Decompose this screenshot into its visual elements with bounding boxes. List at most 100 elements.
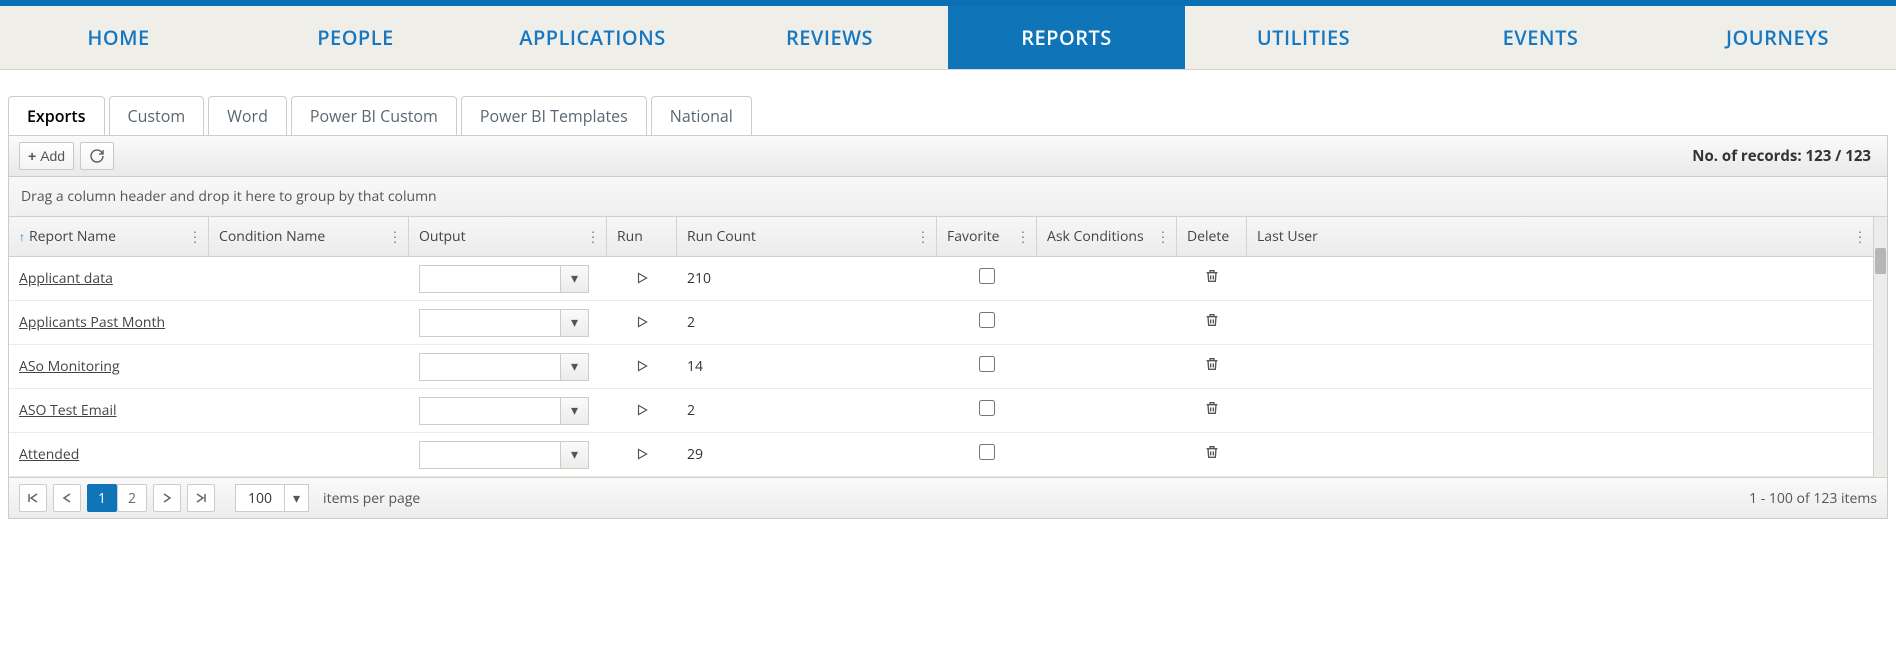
column-menu-icon[interactable]: ⋮ [188,227,202,246]
pager: 12 100 ▾ items per page 1 - 100 of 123 i… [9,477,1887,518]
col-label: Run Count [687,227,756,246]
tab[interactable]: Exports [8,96,105,135]
condition-cell [209,273,409,285]
report-name-link[interactable]: Applicants Past Month [19,313,165,332]
play-icon[interactable] [632,444,652,464]
records-count: No. of records: 123 / 123 [1692,146,1877,166]
pager-last-icon[interactable] [187,484,215,512]
undo-icon [89,148,105,164]
trash-icon[interactable] [1204,268,1220,284]
output-select[interactable]: ▾ [419,265,589,293]
column-menu-icon[interactable]: ⋮ [388,227,402,246]
tab[interactable]: Custom [109,96,205,135]
ask-conditions-cell [1037,317,1177,329]
pager-page[interactable]: 1 [87,484,117,512]
pager-page[interactable]: 2 [117,484,147,512]
play-icon[interactable] [632,268,652,288]
chevron-down-icon[interactable]: ▾ [560,398,588,424]
last-user-cell [1247,449,1867,461]
nav-item[interactable]: PEOPLE [237,6,474,69]
favorite-checkbox[interactable] [979,356,995,372]
col-label: Output [419,227,466,246]
nav-item[interactable]: UTILITIES [1185,6,1422,69]
report-name-link[interactable]: ASO Test Email [19,401,117,420]
trash-icon[interactable] [1204,312,1220,328]
favorite-checkbox[interactable] [979,444,995,460]
table-row: Attended ▾ 29 [9,433,1887,477]
col-run-count[interactable]: Run Count ⋮ [677,217,937,256]
pager-prev-icon[interactable] [53,484,81,512]
vertical-scrollbar[interactable] [1873,217,1887,477]
col-condition-name[interactable]: Condition Name ⋮ [209,217,409,256]
column-menu-icon[interactable]: ⋮ [916,227,930,246]
last-user-cell [1247,361,1867,373]
tab[interactable]: National [651,96,752,135]
column-menu-icon[interactable]: ⋮ [586,227,600,246]
col-delete[interactable]: Delete [1177,217,1247,256]
col-label: Condition Name [219,227,325,246]
output-select[interactable]: ▾ [419,441,589,469]
col-ask-conditions[interactable]: Ask Conditions ⋮ [1037,217,1177,256]
col-label: Delete [1187,227,1229,246]
column-menu-icon[interactable]: ⋮ [1853,227,1867,246]
chevron-down-icon[interactable]: ▾ [560,266,588,292]
add-button[interactable]: + Add [19,142,74,170]
output-select[interactable]: ▾ [419,397,589,425]
toolbar: + Add No. of records: 123 / 123 [9,136,1887,177]
column-menu-icon[interactable]: ⋮ [1156,227,1170,246]
reports-grid: ↑ Report Name ⋮ Condition Name ⋮ Output … [9,217,1887,477]
play-icon[interactable] [632,356,652,376]
run-count-cell: 2 [677,395,937,426]
run-count-cell: 210 [677,263,937,294]
nav-item[interactable]: HOME [0,6,237,69]
tab[interactable]: Power BI Custom [291,96,457,135]
group-drop-hint[interactable]: Drag a column header and drop it here to… [9,177,1887,217]
favorite-checkbox[interactable] [979,312,995,328]
run-count-cell: 29 [677,439,937,470]
page-size-select[interactable]: 100 ▾ [235,484,309,512]
col-label: Ask Conditions [1047,227,1144,246]
trash-icon[interactable] [1204,400,1220,416]
col-favorite[interactable]: Favorite ⋮ [937,217,1037,256]
col-label: Favorite [947,227,1000,246]
play-icon[interactable] [632,312,652,332]
pager-next-icon[interactable] [153,484,181,512]
sort-asc-icon: ↑ [19,228,25,245]
run-count-cell: 14 [677,351,937,382]
report-name-link[interactable]: Attended [19,445,79,464]
trash-icon[interactable] [1204,356,1220,372]
tab[interactable]: Word [208,96,287,135]
col-label: Last User [1257,227,1318,246]
condition-cell [209,361,409,373]
report-name-link[interactable]: ASo Monitoring [19,357,120,376]
output-select[interactable]: ▾ [419,309,589,337]
tab[interactable]: Power BI Templates [461,96,647,135]
report-name-link[interactable]: Applicant data [19,269,113,288]
trash-icon[interactable] [1204,444,1220,460]
reset-button[interactable] [80,142,114,170]
nav-item[interactable]: REPORTS [948,6,1185,69]
table-row: Applicants Past Month ▾ 2 [9,301,1887,345]
nav-item[interactable]: EVENTS [1422,6,1659,69]
pager-first-icon[interactable] [19,484,47,512]
chevron-down-icon[interactable]: ▾ [560,354,588,380]
nav-item[interactable]: APPLICATIONS [474,6,711,69]
column-menu-icon[interactable]: ⋮ [1016,227,1030,246]
run-count-cell: 2 [677,307,937,338]
col-output[interactable]: Output ⋮ [409,217,607,256]
col-last-user[interactable]: Last User ⋮ [1247,217,1873,256]
nav-item[interactable]: JOURNEYS [1659,6,1896,69]
chevron-down-icon[interactable]: ▾ [560,310,588,336]
table-row: Applicant data ▾ 210 [9,257,1887,301]
chevron-down-icon[interactable]: ▾ [284,485,308,511]
output-select[interactable]: ▾ [419,353,589,381]
favorite-checkbox[interactable] [979,400,995,416]
ask-conditions-cell [1037,361,1177,373]
chevron-down-icon[interactable]: ▾ [560,442,588,468]
favorite-checkbox[interactable] [979,268,995,284]
col-report-name[interactable]: ↑ Report Name ⋮ [9,217,209,256]
play-icon[interactable] [632,400,652,420]
col-label: Run [617,227,643,246]
nav-item[interactable]: REVIEWS [711,6,948,69]
col-run[interactable]: Run [607,217,677,256]
